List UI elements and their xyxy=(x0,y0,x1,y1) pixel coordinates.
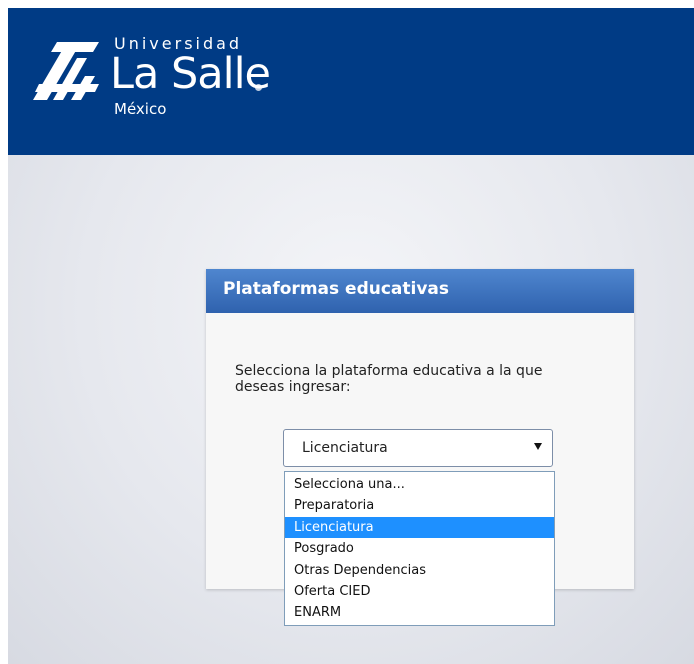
page-frame: Universidad La Salle México Plataformas … xyxy=(8,8,694,664)
card-prompt: Selecciona la plataforma educativa a la … xyxy=(235,363,543,395)
option-posgrado[interactable]: Posgrado xyxy=(285,538,554,559)
registered-mark-icon xyxy=(255,84,262,91)
platform-select-value: Licenciatura xyxy=(302,440,388,456)
option-oferta-cied[interactable]: Oferta CIED xyxy=(285,581,554,602)
platform-select[interactable]: Licenciatura xyxy=(283,429,553,467)
option-selecciona[interactable]: Selecciona una... xyxy=(285,474,554,495)
card-header: Plataformas educativas xyxy=(206,269,634,313)
option-preparatoria[interactable]: Preparatoria xyxy=(285,495,554,516)
option-otras-dependencias[interactable]: Otras Dependencias xyxy=(285,560,554,581)
option-enarm[interactable]: ENARM xyxy=(285,602,554,623)
site-header: Universidad La Salle México xyxy=(8,8,694,155)
la-salle-logo-icon xyxy=(33,42,99,100)
card-title: Plataformas educativas xyxy=(223,279,450,299)
option-licenciatura[interactable]: Licenciatura xyxy=(285,517,554,538)
logo-mexico-text: México xyxy=(114,100,167,118)
caret-down-icon xyxy=(534,443,542,450)
platform-dropdown-list[interactable]: Selecciona una... Preparatoria Licenciat… xyxy=(284,471,555,626)
logo-lasalle-text: La Salle xyxy=(110,49,271,99)
